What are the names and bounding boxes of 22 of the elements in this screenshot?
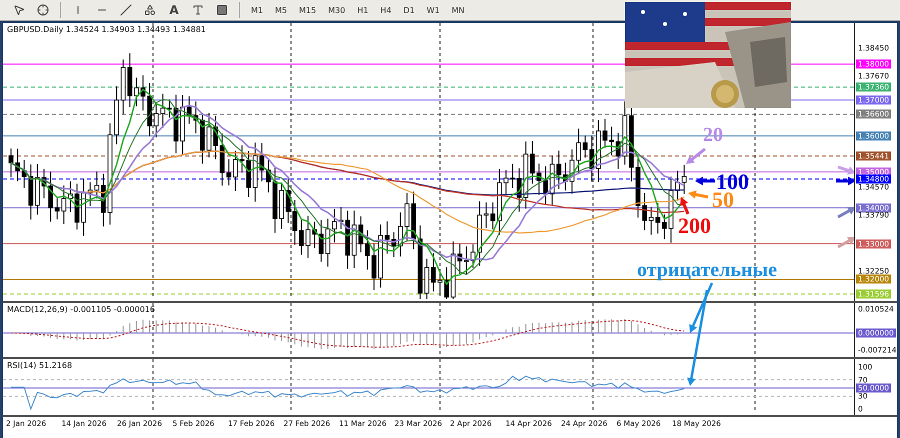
arrow [837,207,854,218]
arrow [838,166,854,175]
timeframe-button[interactable]: W1 [422,1,445,19]
timeframe-button[interactable]: M5 [270,1,292,19]
timeframe-button[interactable]: H4 [375,1,396,19]
timeframe-button[interactable]: M30 [323,1,350,19]
timeframe-button[interactable]: H1 [352,1,374,19]
arrow [837,237,854,248]
chart-title: GBPUSD.Daily 1.34524 1.34903 1.34493 1.34881 [7,25,206,34]
arrow [836,176,854,186]
arrow [686,148,706,164]
annotation-text: 200 [678,215,711,237]
timeframe-button[interactable]: D1 [398,1,420,19]
annotation-text: отрицательные [637,260,777,280]
indicator-title: RSI(14) 51.2168 [7,361,72,370]
timeframe-button[interactable]: M1 [246,1,268,19]
timeframe-button[interactable]: MN [446,1,470,19]
text-tool-button[interactable]: A [163,1,185,19]
annotation-text: 50 [712,189,734,211]
timeframe-button[interactable]: M15 [294,1,322,19]
arrow [695,176,715,186]
indicator-title: MACD(12,26,9) -0.001105 -0.000016 [7,305,155,314]
